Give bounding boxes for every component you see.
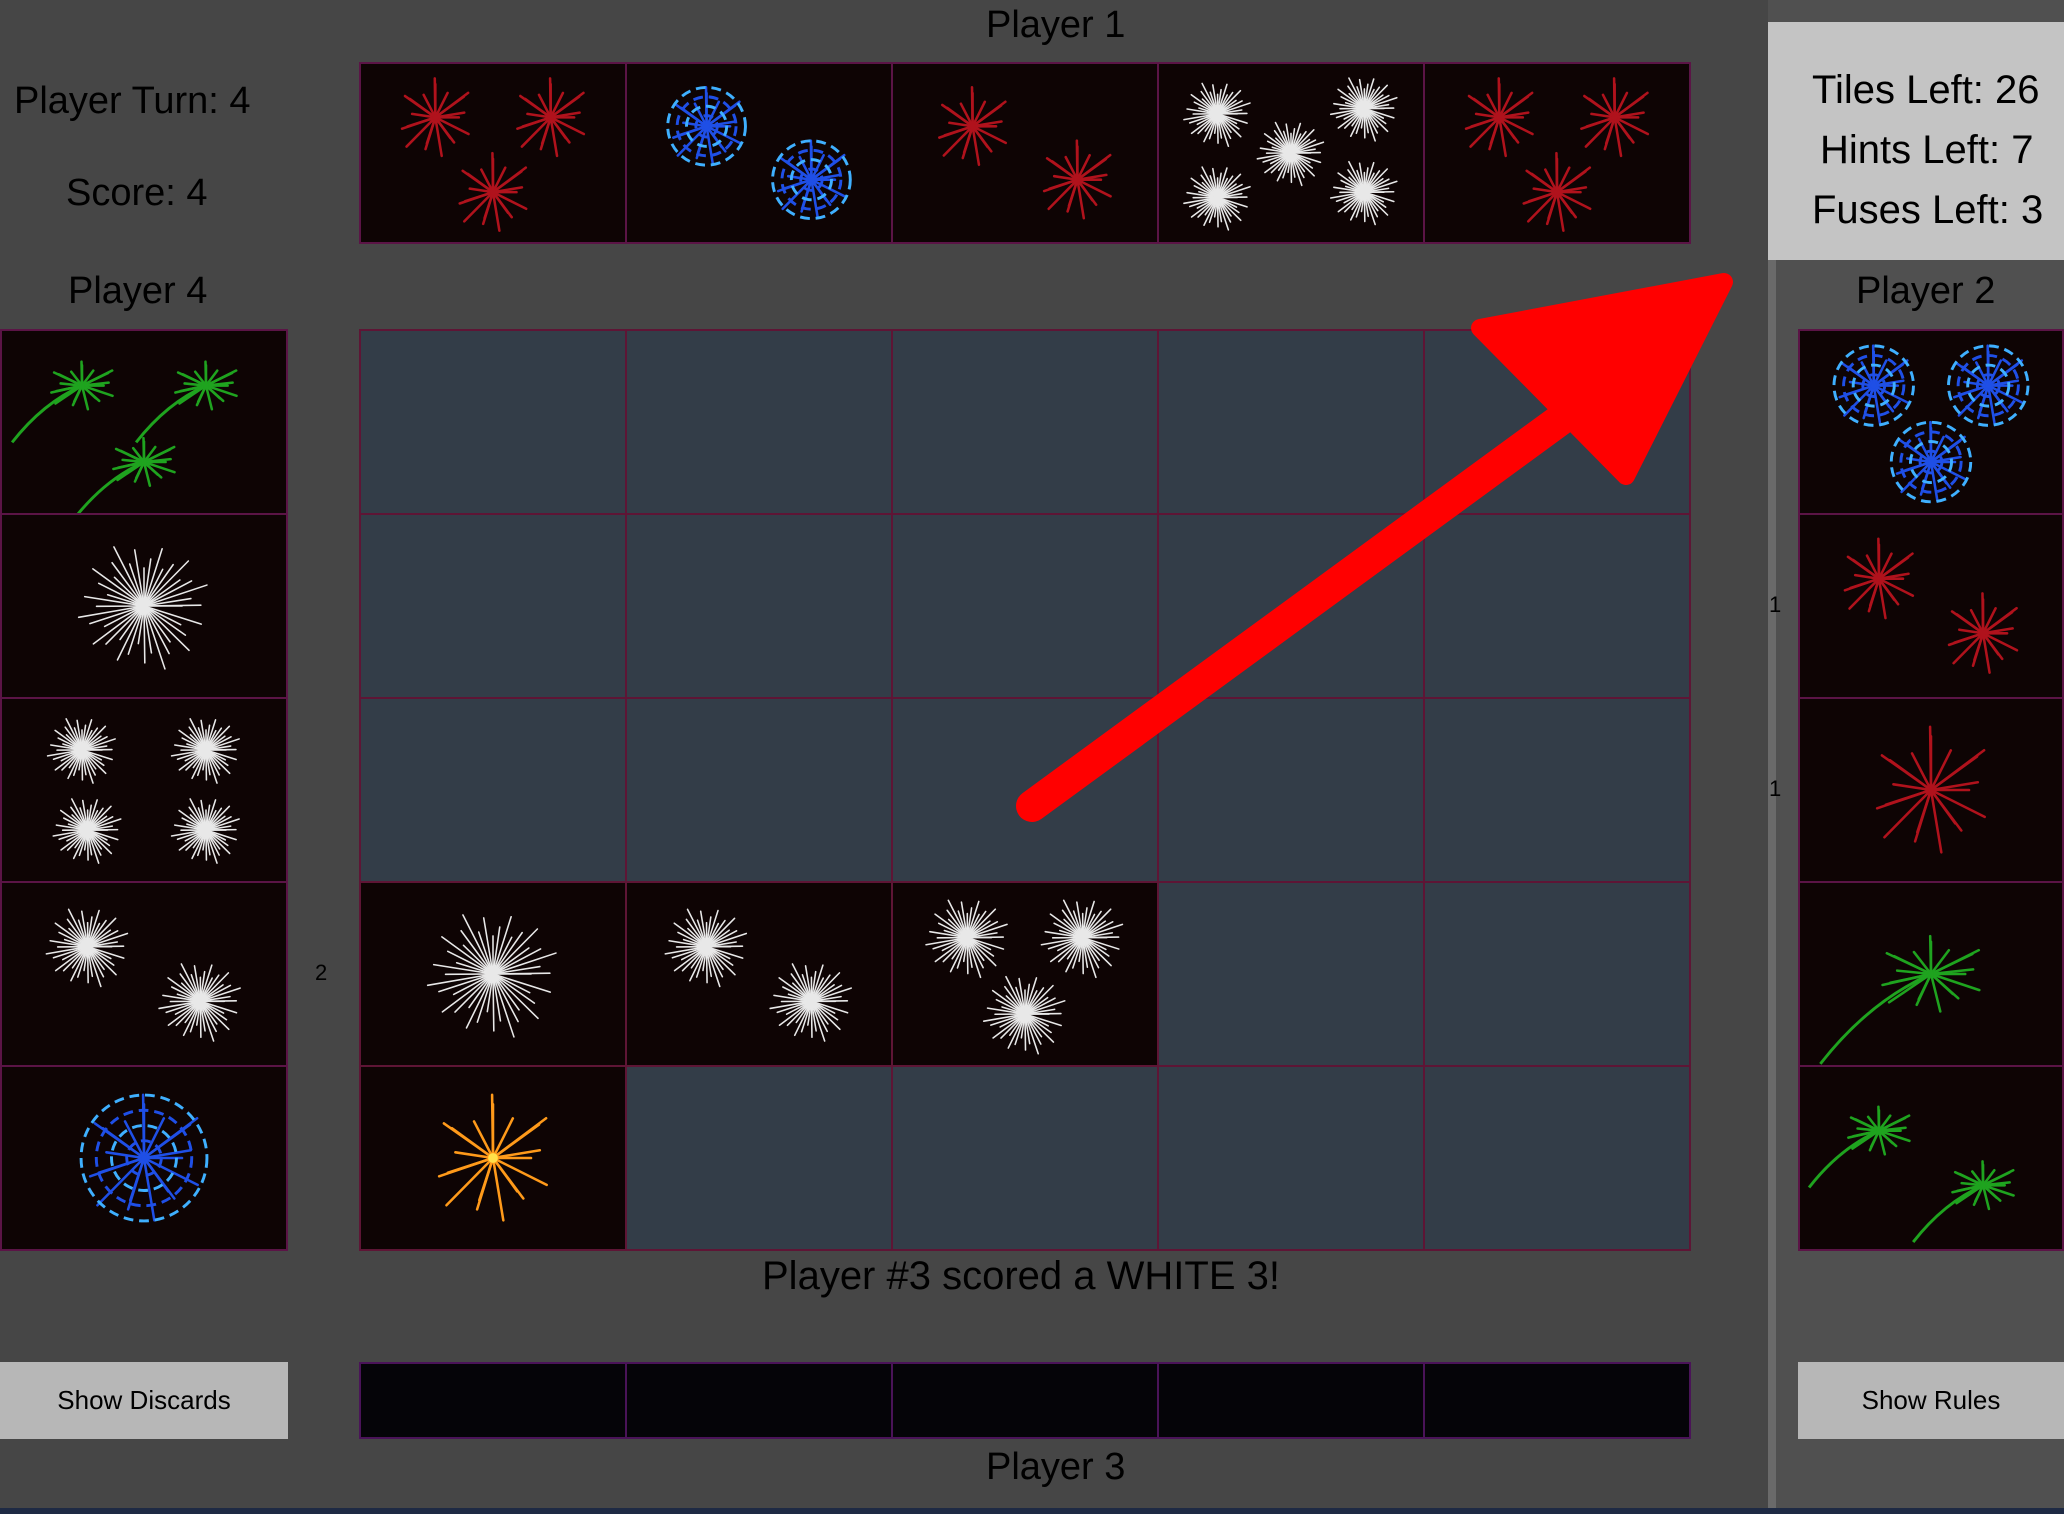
player1-label: Player 1	[986, 4, 1126, 46]
blue-firework-icon	[79, 1093, 209, 1223]
player2-label: Player 2	[1856, 270, 1996, 312]
green-firework-icon	[1819, 934, 1981, 1065]
score-message: Player #3 scored a WHITE 3!	[762, 1254, 1280, 1298]
board-slot-empty[interactable]	[359, 697, 627, 883]
hints-left-label: Hints Left: 7	[1820, 128, 2034, 172]
tiles-left-label: Tiles Left: 26	[1812, 68, 2040, 112]
player2-card[interactable]	[1798, 881, 2064, 1067]
board-slot-empty[interactable]	[1423, 881, 1691, 1067]
player3-hidden-card[interactable]	[891, 1362, 1159, 1439]
score-label: Score: 4	[66, 172, 208, 214]
player3-hidden-card[interactable]	[1157, 1362, 1425, 1439]
player2-card[interactable]	[1798, 1065, 2064, 1251]
board-slot-empty[interactable]	[1423, 329, 1691, 515]
player1-card[interactable]	[1157, 62, 1425, 244]
white-firework-icon	[45, 908, 241, 1042]
player2-tile-marker: 1	[1769, 776, 1782, 801]
player4-card[interactable]	[0, 1065, 288, 1251]
board-slot-empty[interactable]	[1157, 513, 1425, 699]
red-firework-icon	[938, 86, 1112, 220]
board-slot-empty[interactable]	[891, 1065, 1159, 1251]
player4-card[interactable]	[0, 881, 288, 1067]
player4-card[interactable]	[0, 513, 288, 699]
show-rules-button[interactable]: Show Rules	[1798, 1362, 2064, 1439]
board-slot-empty[interactable]	[1157, 881, 1425, 1067]
white-firework-icon	[925, 899, 1124, 1055]
red-firework-icon	[400, 77, 586, 232]
yellow-firework-icon	[437, 1093, 548, 1222]
board-slot-empty[interactable]	[625, 697, 893, 883]
board-slot-empty[interactable]	[891, 513, 1159, 699]
player1-card[interactable]	[1423, 62, 1691, 244]
player2-card[interactable]	[1798, 697, 2064, 883]
board-slot-empty[interactable]	[625, 1065, 893, 1251]
blue-firework-icon	[666, 85, 852, 221]
board-slot-empty[interactable]	[1157, 697, 1425, 883]
board-slot-filled[interactable]	[625, 881, 893, 1067]
white-firework-icon	[77, 546, 208, 670]
player3-hidden-card[interactable]	[625, 1362, 893, 1439]
white-firework-icon	[46, 718, 240, 864]
green-firework-icon	[1807, 1105, 2015, 1243]
window-bottom-edge	[0, 1508, 2064, 1514]
fuses-left-label: Fuses Left: 3	[1812, 188, 2044, 232]
board-slot-filled[interactable]	[891, 881, 1159, 1067]
player3-hidden-card[interactable]	[359, 1362, 627, 1439]
red-firework-icon	[1464, 77, 1650, 232]
board-slot-empty[interactable]	[359, 329, 627, 515]
green-firework-icon	[10, 360, 238, 513]
board-slot-empty[interactable]	[891, 329, 1159, 515]
player2-tile-marker: 1	[1769, 592, 1782, 617]
board-slot-empty[interactable]	[1423, 697, 1691, 883]
game-window: Player 1 Player Turn: 4 Score: 4 Player …	[0, 0, 2064, 1514]
show-discards-button[interactable]: Show Discards	[0, 1362, 288, 1439]
white-firework-icon	[664, 908, 852, 1042]
player4-card[interactable]	[0, 329, 288, 515]
board-slot-empty[interactable]	[625, 513, 893, 699]
red-firework-icon	[1843, 537, 2019, 674]
player1-card[interactable]	[359, 62, 627, 244]
board-slot-empty[interactable]	[625, 329, 893, 515]
blue-firework-icon	[1832, 344, 2030, 504]
white-firework-icon	[426, 914, 557, 1038]
board-row-marker: 2	[315, 960, 328, 985]
board-slot-empty[interactable]	[1423, 1065, 1691, 1251]
board-slot-filled[interactable]	[359, 1065, 627, 1251]
board-slot-filled[interactable]	[359, 881, 627, 1067]
player1-card[interactable]	[891, 62, 1159, 244]
player3-hidden-card[interactable]	[1423, 1362, 1691, 1439]
board-slot-empty[interactable]	[1423, 513, 1691, 699]
player1-card[interactable]	[625, 62, 893, 244]
player-turn-label: Player Turn: 4	[14, 80, 251, 122]
player2-card[interactable]	[1798, 513, 2064, 699]
player3-label: Player 3	[986, 1446, 1126, 1488]
board-slot-empty[interactable]	[1157, 329, 1425, 515]
player4-label: Player 4	[68, 270, 208, 312]
board-slot-empty[interactable]	[359, 513, 627, 699]
right-divider	[1768, 260, 1776, 1514]
player2-card[interactable]	[1798, 329, 2064, 515]
board-slot-empty[interactable]	[1157, 1065, 1425, 1251]
white-firework-icon	[1183, 77, 1398, 231]
player4-card[interactable]	[0, 697, 288, 883]
red-firework-icon	[1875, 725, 1986, 854]
board-slot-empty[interactable]	[891, 697, 1159, 883]
